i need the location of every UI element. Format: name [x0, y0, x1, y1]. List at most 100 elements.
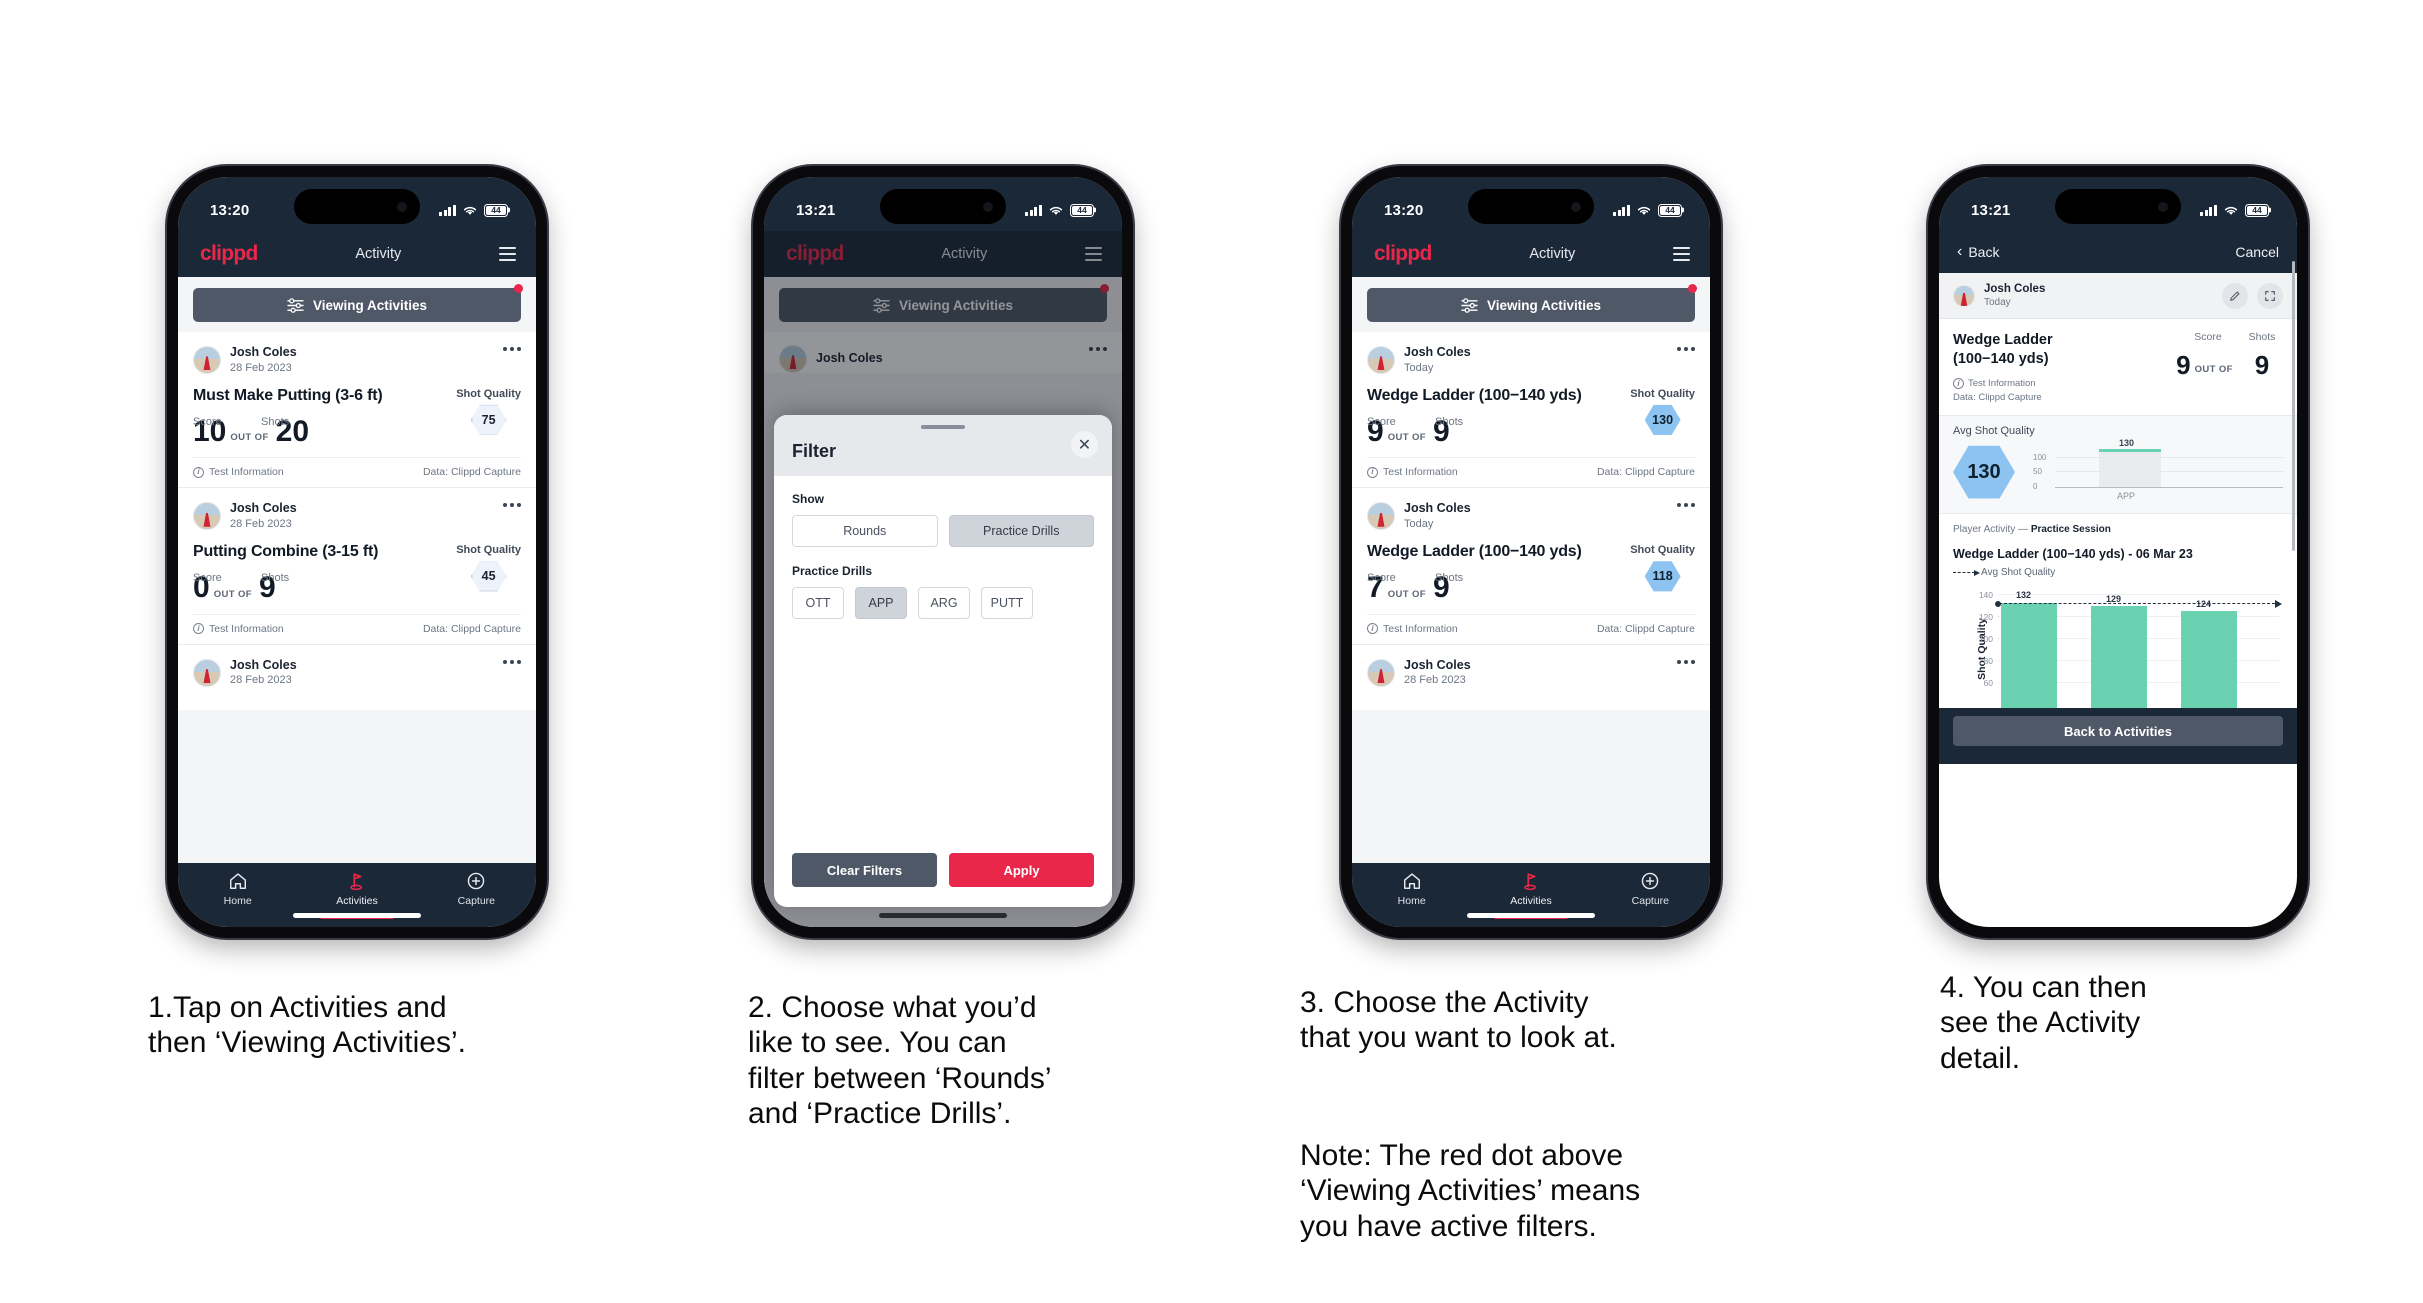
drag-handle[interactable] [921, 425, 965, 429]
more-options-icon[interactable] [1677, 503, 1695, 508]
close-icon[interactable]: ✕ [1071, 431, 1098, 458]
battery-icon: 44 [1070, 203, 1094, 217]
bar-2 [2091, 606, 2147, 709]
chart-y-axis-title: Shot Quality [1975, 618, 1988, 681]
viewing-activities-button[interactable]: Viewing Activities [193, 288, 521, 322]
shot-quality-label: Shot Quality [1630, 544, 1695, 557]
clear-filters-button[interactable]: Clear Filters [792, 853, 937, 887]
more-options-icon[interactable] [1677, 347, 1695, 351]
wifi-icon [1049, 206, 1063, 215]
tab-activities[interactable]: Activities [1471, 871, 1590, 919]
avatar [1367, 658, 1395, 687]
phone-3: 13:20 44 clippd Activity Viewing Activit… [1341, 166, 1721, 938]
tab-activities-label: Activities [336, 895, 378, 907]
info-icon: i [193, 623, 204, 635]
expand-icon[interactable] [2257, 282, 2283, 309]
wifi-icon [1637, 206, 1651, 215]
tab-home[interactable]: Home [178, 871, 297, 907]
more-options-icon[interactable] [503, 503, 521, 508]
back-to-activities-button[interactable]: Back to Activities [1953, 716, 2283, 747]
filter-title: Filter [792, 441, 837, 461]
activity-card[interactable]: Josh Coles 28 Feb 2023 [1352, 643, 1710, 710]
tab-home[interactable]: Home [1352, 871, 1471, 907]
pencil-icon[interactable] [2222, 282, 2248, 309]
caption-step-4: 4. You can then see the Activity detail. [1940, 971, 2147, 1075]
section-label: Player Activity — Practice Session [1939, 514, 2297, 535]
caption-step-3: 3. Choose the Activity that you want to … [1300, 986, 1617, 1055]
activity-card[interactable]: Josh Coles 28 Feb 2023 Must Make Putting… [178, 332, 536, 488]
card-footer: i Test Information Data: Clippd Capture [1367, 613, 1695, 644]
test-information-label: Test Information [209, 466, 284, 479]
cancel-button[interactable]: Cancel [2235, 244, 2279, 260]
shot-quality-hex: 75 [470, 404, 507, 435]
tab-home-label: Home [1397, 895, 1426, 907]
more-options-icon[interactable] [503, 659, 521, 664]
test-information-label: Test Information [209, 622, 284, 635]
filter-sheet-body: Show Rounds Practice Drills Practice Dri… [774, 476, 1112, 853]
status-time: 13:20 [210, 201, 250, 219]
info-icon: i [1953, 378, 1964, 390]
mini-bar-cap [2099, 449, 2161, 452]
vertical-scrollbar[interactable] [2292, 261, 2295, 551]
cellular-signal-icon [1613, 204, 1630, 216]
card-footer: i Test Information Data: Clippd Capture [193, 457, 521, 487]
mini-ytick-0: 0 [2033, 482, 2038, 492]
tab-capture[interactable]: Capture [1591, 871, 1710, 907]
tab-capture-label: Capture [1631, 895, 1669, 907]
back-button[interactable]: ‹ Back [1957, 244, 2000, 261]
hamburger-icon[interactable] [1673, 247, 1690, 261]
drill-options: OTT APP ARG PUTT [792, 587, 1094, 619]
back-label: Back [1968, 244, 2000, 260]
filter-chip-ott[interactable]: OTT [792, 587, 844, 619]
activity-card[interactable]: Josh Coles 28 Feb 2023 [178, 643, 536, 710]
filter-chip-rounds[interactable]: Rounds [792, 515, 938, 547]
activity-feed[interactable]: Josh Coles Today Wedge Ladder (100−140 y… [1352, 332, 1710, 863]
tab-activities[interactable]: Activities [297, 871, 416, 919]
caption-step-2: 2. Choose what you’d like to see. You ca… [748, 991, 1052, 1131]
activity-card[interactable]: Josh Coles Today Wedge Ladder (100−140 y… [1352, 487, 1710, 644]
more-options-icon[interactable] [503, 347, 521, 351]
avatar [193, 502, 221, 531]
viewing-activities-button[interactable]: Viewing Activities [1367, 288, 1695, 322]
phone-1: 13:20 44 clippd Activity Viewing Activit… [167, 166, 547, 938]
filter-sheet: Filter ✕ Show Rounds Practice Drills Pra… [774, 415, 1112, 907]
activity-date: 28 Feb 2023 [1404, 674, 1466, 687]
wifi-icon [463, 206, 477, 215]
sliders-icon [287, 297, 304, 313]
avg-shot-quality-chart: 100 50 0 130 APP [2033, 438, 2283, 503]
filter-chip-putt[interactable]: PUTT [981, 587, 1033, 619]
page-title: Activity [1529, 246, 1576, 262]
active-filter-dot [514, 284, 523, 293]
battery-icon: 44 [2245, 203, 2269, 217]
filter-chip-arg[interactable]: ARG [918, 587, 970, 619]
activity-date: 28 Feb 2023 [230, 674, 292, 687]
score-label: Score [193, 415, 222, 428]
avg-shot-quality-hex: 130 [1953, 445, 2015, 499]
plus-circle-icon [468, 872, 485, 890]
shots-value: 9 [2254, 350, 2270, 381]
detail-summary: Wedge Ladder (100−140 yds) i Test Inform… [1939, 319, 2297, 416]
avg-shot-quality-label: Avg Shot Quality [1953, 425, 2035, 438]
activity-feed[interactable]: Josh Coles 28 Feb 2023 Must Make Putting… [178, 332, 536, 863]
score-label: Score [1367, 572, 1396, 585]
detail-footer: Back to Activities [1939, 708, 2297, 765]
clippd-logo: clippd [200, 242, 258, 265]
user-name: Josh Coles [1404, 501, 1471, 516]
more-options-icon[interactable] [1677, 659, 1695, 664]
battery-icon: 44 [484, 203, 508, 217]
activity-card[interactable]: Josh Coles 28 Feb 2023 Putting Combine (… [178, 487, 536, 644]
ytick-140: 140 [1978, 590, 1993, 601]
avg-shot-quality-panel: Avg Shot Quality 130 100 50 0 130 APP [1939, 415, 2297, 515]
mini-xtick-app: APP [2117, 491, 2136, 502]
activity-card[interactable]: Josh Coles Today Wedge Ladder (100−140 y… [1352, 332, 1710, 488]
filter-chip-practice-drills[interactable]: Practice Drills [948, 515, 1094, 547]
tab-capture[interactable]: Capture [417, 871, 536, 907]
apply-filters-button[interactable]: Apply [949, 853, 1094, 887]
out-of-label: OUT OF [2194, 364, 2233, 376]
hamburger-icon[interactable] [499, 247, 516, 261]
info-icon: i [193, 466, 204, 478]
score-label: Score [193, 572, 222, 585]
filter-chip-app[interactable]: APP [855, 587, 907, 619]
activity-date: Today [1984, 297, 2011, 309]
bar-1 [2001, 603, 2057, 709]
